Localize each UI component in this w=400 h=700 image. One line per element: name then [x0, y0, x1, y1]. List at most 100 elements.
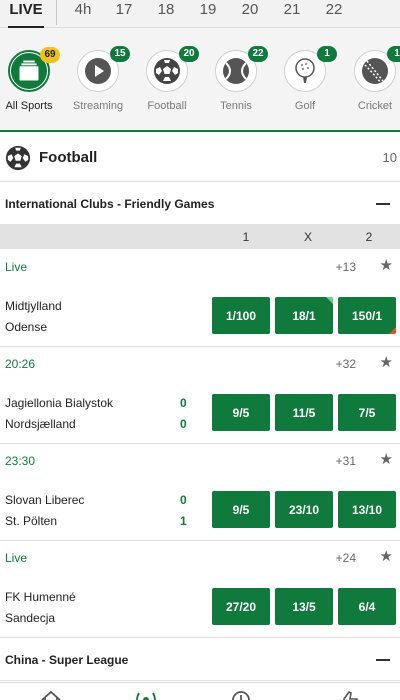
football-section-header[interactable]: Football 10	[0, 134, 400, 182]
more-markets-count[interactable]: +32	[336, 357, 356, 371]
sport-golf[interactable]: 1 Golf	[270, 46, 340, 112]
event-row[interactable]: 23:30 +31 ★ Slovan Liberec St. Pölten 0 …	[0, 444, 400, 541]
sports-carousel: 69 All Sports 15 Streaming 20 Football 2…	[0, 28, 400, 132]
sport-tennis[interactable]: 22 Tennis	[201, 46, 271, 112]
market-columns-header: 1 X 2	[0, 225, 400, 249]
sport-circle: 15	[77, 46, 130, 92]
home-score: 0	[180, 493, 187, 507]
favorite-star-icon[interactable]: ★	[380, 355, 393, 370]
football-icon	[154, 58, 180, 84]
column-home: 1	[242, 230, 250, 244]
competition-header[interactable]: China - Super League	[0, 639, 400, 681]
odds-value: 18/1	[292, 308, 316, 323]
favorite-star-icon[interactable]: ★	[380, 258, 393, 273]
odds-value: 23/10	[288, 502, 320, 517]
odds-up-indicator	[326, 297, 333, 304]
favorite-star-icon[interactable]: ★	[380, 452, 393, 467]
collapse-icon[interactable]	[376, 658, 390, 661]
time-filter-18[interactable]: 18	[145, 1, 187, 18]
time-filter-4h[interactable]: 4h	[63, 1, 103, 18]
time-filter-19[interactable]: 19	[187, 1, 229, 18]
sport-circle: 1	[284, 46, 337, 92]
time-filter-17[interactable]: 17	[103, 1, 145, 18]
competition-header[interactable]: International Clubs - Friendly Games	[0, 183, 400, 225]
sport-count-badge: 20	[179, 46, 199, 62]
sport-count-badge: 1	[317, 46, 337, 62]
away-team: Sandecja	[5, 611, 56, 625]
sport-football[interactable]: 20 Football	[132, 46, 202, 112]
odds-button-away[interactable]: 150/1	[338, 297, 396, 334]
home-score: 0	[180, 396, 187, 410]
odds-value: 9/5	[232, 405, 250, 420]
sport-all-sports[interactable]: 69 All Sports	[0, 47, 64, 112]
event-status: 20:26	[5, 357, 36, 371]
odds-value: 7/5	[358, 405, 376, 420]
odds-button-home[interactable]: 27/20	[212, 588, 270, 625]
sport-count-badge: 69	[40, 47, 60, 63]
odds-button-draw[interactable]: 18/1	[275, 297, 333, 334]
home-team: Slovan Liberec	[5, 493, 85, 507]
time-filter-divider	[56, 0, 57, 25]
more-markets-count[interactable]: +24	[336, 551, 356, 565]
away-team: St. Pölten	[5, 514, 58, 528]
promotions-icon[interactable]	[338, 689, 360, 700]
odds-button-draw[interactable]: 11/5	[275, 394, 333, 431]
clock-icon[interactable]	[230, 689, 252, 700]
home-icon[interactable]	[40, 689, 62, 700]
football-icon	[5, 145, 31, 170]
home-team: FK Humenné	[5, 590, 76, 604]
sport-circle: 69	[8, 47, 60, 92]
time-filter-20[interactable]: 20	[229, 1, 271, 18]
golf-ball-icon	[295, 58, 315, 83]
play-icon	[85, 58, 111, 84]
sport-label: Tennis	[220, 100, 252, 112]
odds-value: 6/4	[358, 599, 376, 614]
odds-button-home[interactable]: 1/100	[212, 297, 270, 334]
event-row[interactable]: Live +24 ★ FK Humenné Sandecja 27/20 13/…	[0, 541, 400, 638]
away-team: Odense	[5, 320, 48, 334]
odds-button-draw[interactable]: 23/10	[275, 491, 333, 528]
odds-button-home[interactable]: 9/5	[212, 394, 270, 431]
odds-value: 27/20	[225, 599, 257, 614]
odds-value: 13/5	[292, 599, 316, 614]
event-row[interactable]: Live +13 ★ Midtjylland Odense 1/100 18/1…	[0, 250, 400, 347]
sport-circle: 20	[146, 46, 199, 92]
odds-button-draw[interactable]: 13/5	[275, 588, 333, 625]
odds-value: 11/5	[292, 405, 316, 420]
live-icon[interactable]	[135, 689, 157, 700]
odds-down-indicator	[389, 327, 396, 334]
odds-value: 13/10	[351, 502, 383, 517]
competition-name: International Clubs - Friendly Games	[5, 196, 215, 211]
column-draw: X	[303, 230, 312, 244]
odds-value: 9/5	[232, 502, 250, 517]
collapse-icon[interactable]	[376, 202, 390, 205]
more-markets-count[interactable]: +13	[336, 260, 356, 274]
event-row[interactable]: 20:26 +32 ★ Jagiellonia Bialystok Nordsj…	[0, 347, 400, 444]
bottom-navigation	[0, 682, 400, 700]
time-filter-21[interactable]: 21	[271, 1, 313, 18]
sportsbook-page: LIVE 4h 17 18 19 20 21 22 69 All Sports	[0, 0, 400, 700]
competition-name: China - Super League	[5, 652, 129, 667]
odds-button-home[interactable]: 9/5	[212, 491, 270, 528]
odds-button-away[interactable]: 13/10	[338, 491, 396, 528]
sport-streaming[interactable]: 15 Streaming	[63, 46, 133, 112]
odds-button-away[interactable]: 7/5	[338, 394, 396, 431]
sport-label: Cricket	[357, 100, 393, 112]
odds-value: 1/100	[225, 308, 257, 323]
sport-label: All Sports	[5, 100, 53, 112]
favorite-star-icon[interactable]: ★	[380, 549, 393, 564]
column-away: 2	[365, 230, 373, 244]
away-score: 1	[180, 514, 187, 528]
section-event-count: 10	[382, 150, 397, 165]
time-filter-live[interactable]: LIVE	[0, 1, 52, 29]
sport-label: Golf	[294, 100, 316, 112]
more-markets-count[interactable]: +31	[336, 454, 356, 468]
event-status: Live	[5, 551, 28, 565]
event-status: Live	[5, 260, 28, 274]
sport-count-badge: 22	[248, 46, 268, 62]
sport-cricket[interactable]: 1 Cricket	[340, 46, 400, 112]
time-filter-22[interactable]: 22	[313, 1, 355, 18]
home-team: Midtjylland	[5, 299, 62, 313]
odds-button-away[interactable]: 6/4	[338, 588, 396, 625]
away-score: 0	[180, 417, 187, 431]
